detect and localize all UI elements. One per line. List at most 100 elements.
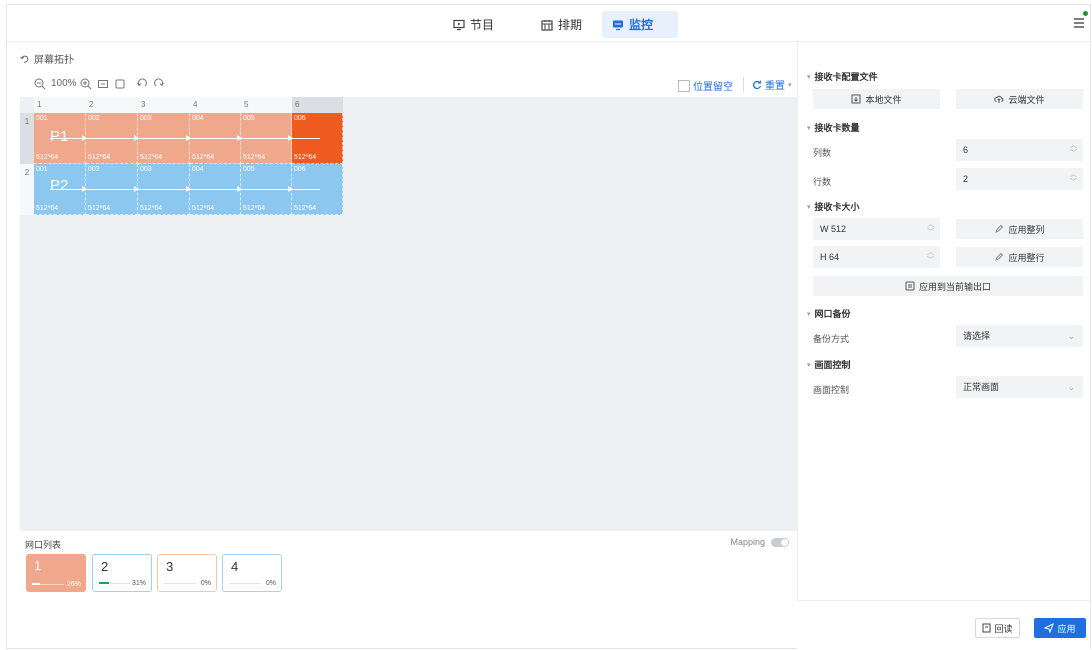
zoom-out-icon[interactable]: [34, 78, 46, 90]
picture-control-select[interactable]: 正常画面 ⌄: [956, 376, 1083, 398]
stepper-arrows-icon[interactable]: ︿ ﹀: [1070, 142, 1077, 158]
panel-divider: [797, 42, 798, 648]
row-header: 2: [20, 164, 34, 215]
fullscreen-icon[interactable]: [114, 78, 126, 90]
tab-monitor-label: 监控: [629, 18, 654, 32]
tab-schedule[interactable]: 排期: [531, 11, 592, 38]
rows-stepper[interactable]: 2 ︿ ﹀: [956, 168, 1083, 190]
arrow-icon: [82, 135, 87, 141]
width-value: W 512: [820, 224, 847, 234]
readback-icon: [982, 623, 991, 633]
section-title: 接收卡大小: [814, 202, 860, 212]
cloud-file-button[interactable]: 云端文件: [956, 89, 1083, 109]
cell-id: 004: [192, 115, 204, 122]
backup-method-select[interactable]: 请选择 ⌄: [956, 325, 1083, 347]
port-card-active[interactable]: 1 26%: [26, 554, 86, 592]
rows-label: 行数: [813, 177, 832, 187]
panel-label: P1: [50, 128, 69, 145]
height-stepper[interactable]: H 64 ︿ ﹀: [813, 246, 940, 268]
apply-row-button[interactable]: 应用整行: [956, 247, 1083, 267]
arrow-icon: [82, 186, 87, 192]
readback-button[interactable]: 回读: [975, 618, 1020, 638]
cell-id: 001: [36, 166, 48, 173]
section-receiver-config[interactable]: ▾ 接收卡配置文件: [807, 70, 878, 83]
reset-button[interactable]: 重置 ▾: [743, 77, 792, 92]
cols-value: 6: [963, 145, 969, 155]
cell-id: 006: [294, 166, 306, 173]
local-file-button[interactable]: 本地文件: [813, 89, 940, 109]
section-receiver-size[interactable]: ▾ 接收卡大小: [807, 200, 860, 213]
breadcrumb[interactable]: 屏幕拓扑: [20, 51, 74, 66]
calendar-icon: [541, 19, 553, 31]
row-header-selected: 1: [20, 113, 34, 164]
cell-size: 512*64: [243, 205, 266, 212]
connection-line: [50, 189, 320, 190]
mapping-toggle[interactable]: Mapping: [730, 537, 789, 547]
apply-button[interactable]: 应用: [1034, 618, 1086, 638]
arrow-icon: [134, 186, 139, 192]
section-title: 网口备份: [814, 309, 851, 319]
mapping-label: Mapping: [730, 537, 765, 547]
section-receiver-count[interactable]: ▾ 接收卡数量: [807, 121, 860, 134]
zoom-in-icon[interactable]: [80, 78, 92, 90]
canvas-toolbar: 100% 位置留空 重置 ▾: [20, 72, 797, 97]
top-nav: 节目 排期 监控: [7, 5, 1090, 42]
section-title: 接收卡配置文件: [814, 72, 878, 82]
port-number: 3: [166, 559, 174, 574]
arrow-icon: [237, 135, 242, 141]
cols-stepper[interactable]: 6 ︿ ﹀: [956, 139, 1083, 161]
port-percent: 0%: [265, 580, 276, 587]
cell-id: 001: [36, 115, 48, 122]
port-card[interactable]: 3 0%: [157, 554, 217, 592]
port-list-title: 网口列表: [25, 540, 62, 550]
apply-row-label: 应用整行: [1008, 252, 1045, 263]
progress-bar: [164, 583, 196, 584]
fit-icon[interactable]: [97, 78, 109, 90]
caret-icon: ▾: [807, 203, 811, 211]
column-header: 4: [190, 97, 241, 113]
section-port-backup[interactable]: ▾ 网口备份: [807, 307, 851, 320]
topology-canvas[interactable]: 100% 位置留空 重置 ▾ 1 2 3 4 5 6 1 2 001 512*64…: [20, 72, 797, 531]
toggle-switch[interactable]: [771, 537, 789, 547]
port-percent: 31%: [131, 580, 146, 587]
checkbox-box[interactable]: [678, 79, 690, 92]
stepper-arrows-icon[interactable]: ︿ ﹀: [927, 249, 934, 265]
cell-id: 003: [140, 115, 152, 122]
chevron-down-icon: ⌄: [1067, 382, 1075, 392]
position-reserve-label: 位置留空: [693, 82, 733, 93]
stepper-arrows-icon[interactable]: ︿ ﹀: [927, 221, 934, 237]
breadcrumb-label: 屏幕拓扑: [34, 55, 74, 66]
cloud-file-label: 云端文件: [1008, 94, 1045, 105]
chevron-down-icon: ⌄: [1067, 331, 1075, 341]
cell-size: 512*64: [192, 205, 215, 212]
progress-fill: [99, 582, 109, 584]
progress-fill: [32, 583, 41, 585]
section-title: 接收卡数量: [814, 123, 860, 133]
apply-output-button[interactable]: 应用到当前输出口: [813, 276, 1083, 296]
port-card[interactable]: 2 31%: [92, 554, 152, 592]
cell-id: 006: [294, 115, 306, 122]
cell-id: 004: [192, 166, 204, 173]
port-card[interactable]: 4 0%: [222, 554, 282, 592]
redo-icon[interactable]: [153, 78, 165, 90]
undo-icon[interactable]: [136, 78, 148, 90]
tab-monitor[interactable]: 监控: [602, 11, 678, 38]
arrow-icon: [237, 186, 242, 192]
connection-line: [50, 138, 320, 139]
arrow-icon: [288, 186, 293, 192]
apply-column-button[interactable]: 应用整列: [956, 219, 1083, 239]
picture-control-label: 画面控制: [813, 385, 850, 395]
cell-id: 002: [88, 115, 100, 122]
panel-footer: 回读 应用: [797, 600, 1090, 649]
import-icon: [851, 94, 861, 104]
stepper-arrows-icon[interactable]: ︿ ﹀: [1070, 171, 1077, 187]
section-picture-control[interactable]: ▾ 画面控制: [807, 358, 851, 371]
tab-program[interactable]: 节目: [443, 11, 504, 38]
apply-output-label: 应用到当前输出口: [918, 281, 991, 292]
arrow-icon: [186, 186, 191, 192]
position-reserve-checkbox[interactable]: 位置留空: [678, 78, 733, 93]
section-title: 画面控制: [814, 360, 851, 370]
menu-icon[interactable]: [1072, 15, 1086, 31]
port-percent: 26%: [66, 581, 81, 588]
width-stepper[interactable]: W 512 ︿ ﹀: [813, 218, 940, 240]
